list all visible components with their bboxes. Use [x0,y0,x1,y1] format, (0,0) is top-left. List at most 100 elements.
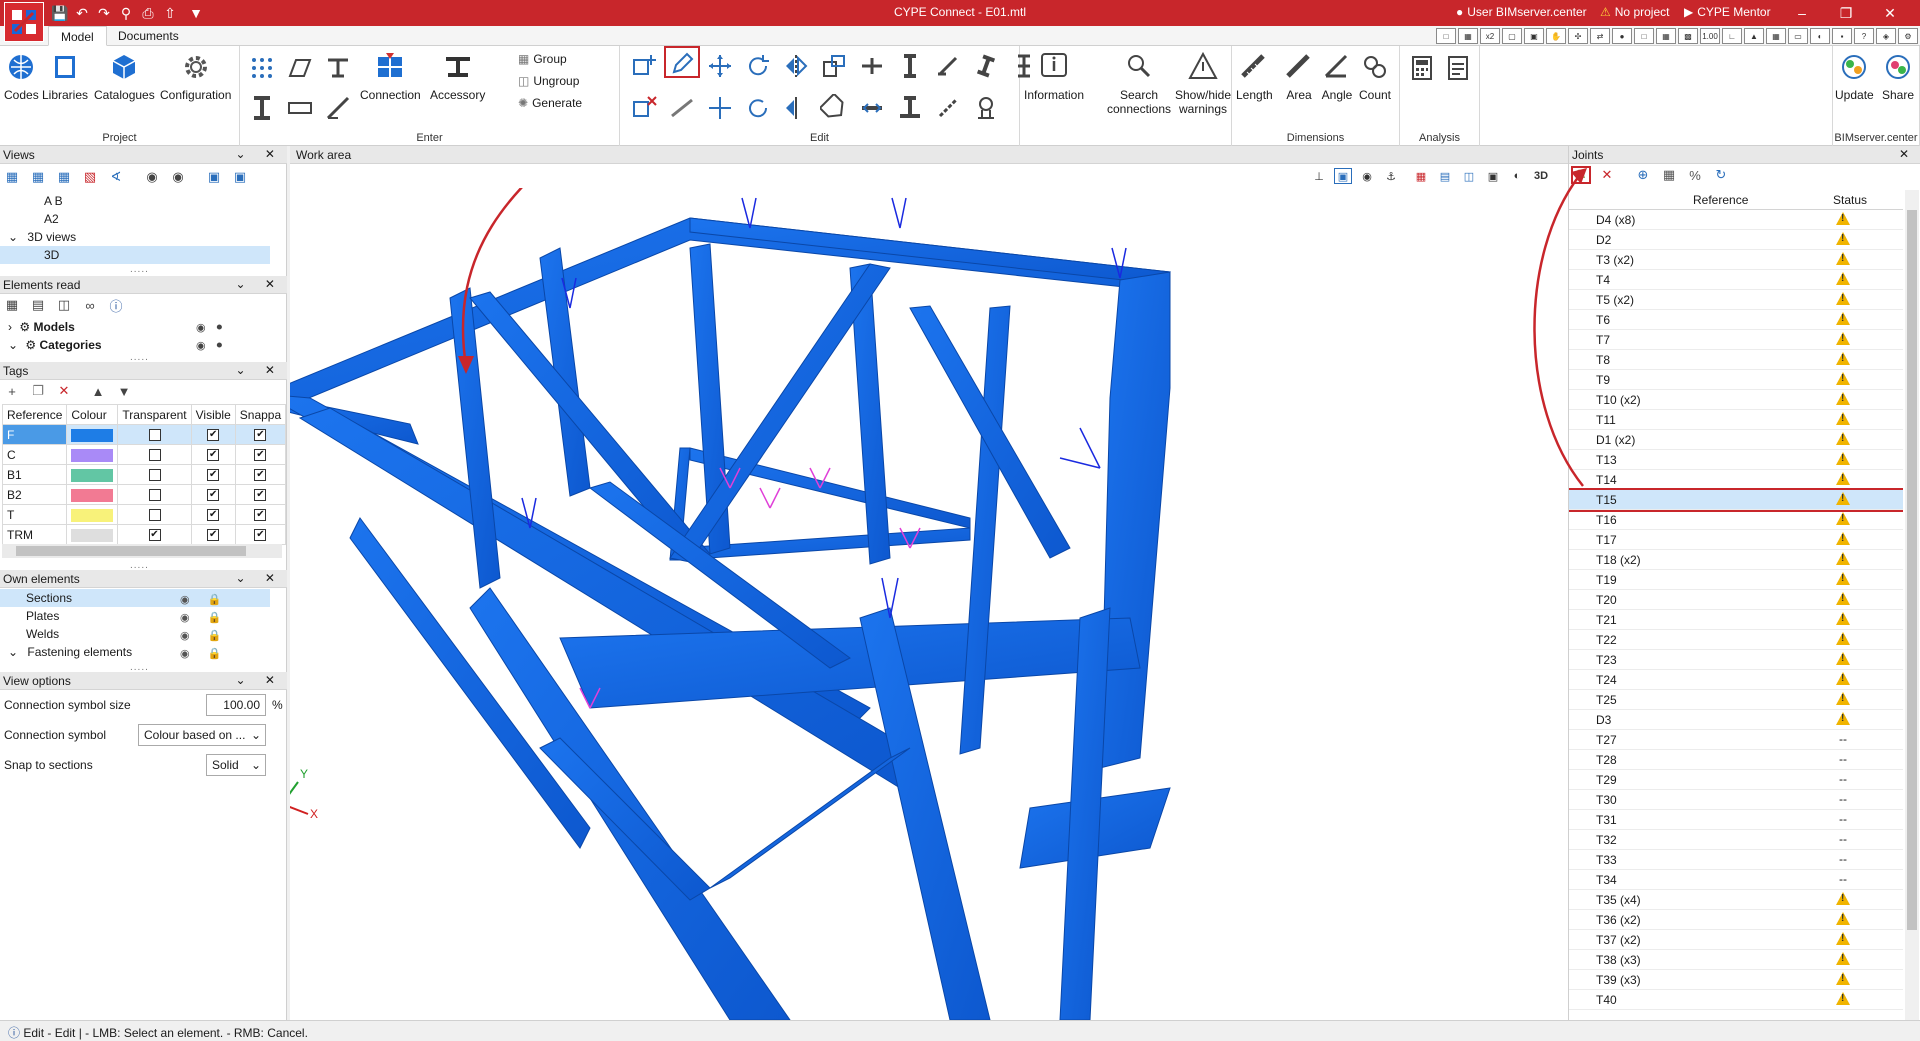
joint-row[interactable]: T19 [1569,570,1903,590]
joint-row[interactable]: T20 [1569,590,1903,610]
colour-swatch[interactable] [71,428,114,442]
copy-move-icon[interactable] [704,92,736,124]
add-view-icon[interactable]: ▦ [2,168,22,186]
visible-checkbox[interactable]: ✔ [207,469,220,482]
close-icon[interactable]: ✕ [1899,147,1917,161]
delete-tag-icon[interactable]: ✕ [54,382,74,400]
plate-tool-icon[interactable] [284,52,316,84]
panel-controls[interactable]: ⌄ ✕ [236,363,283,377]
beam-tool-icon[interactable] [284,92,316,124]
view-icon-6[interactable]: ✋ [1546,28,1566,44]
print-icon[interactable]: ⎙ [138,3,158,23]
joint-row[interactable]: T28 -- [1569,750,1903,770]
joint-row[interactable]: T11 [1569,410,1903,430]
angle-button[interactable]: Angle [1320,50,1354,102]
joint-row[interactable]: T4 [1569,270,1903,290]
own-elements-visibility-icons[interactable]: ◉ 🔒 ◉ 🔒 ◉ 🔒 ◉ 🔒 [180,591,222,663]
chevron-right-icon[interactable]: › [8,320,12,334]
transparent-checkbox[interactable]: ✔ [148,529,161,542]
view-icon-10[interactable]: □ [1634,28,1654,44]
tab-model[interactable]: Model [48,26,107,46]
joint-row[interactable]: T31 -- [1569,810,1903,830]
view-icon-19[interactable]: ▪ [1832,28,1852,44]
move-icon[interactable] [704,50,736,82]
joint-row[interactable]: T13 [1569,450,1903,470]
panel-controls[interactable]: ⌄ ✕ [236,147,283,161]
joint-row[interactable]: T30 -- [1569,790,1903,810]
symbol-size-input[interactable]: 100.00 [206,694,266,716]
view-icon-5[interactable]: ▣ [1524,28,1544,44]
pencil-icon[interactable] [666,48,698,80]
cube-view-icon[interactable]: ▣ [204,168,224,186]
count-button[interactable]: Count [1358,50,1392,102]
transparent-checkbox[interactable] [148,509,161,522]
mirror-icon[interactable] [780,50,812,82]
view-icon-16[interactable]: ▦ [1766,28,1786,44]
move-up-icon[interactable]: ▲ [88,382,108,400]
rotate-copy-icon[interactable] [742,92,774,124]
3d-viewport[interactable]: Z Y X [290,188,1568,1020]
chevron-down-icon[interactable]: ⌄ [8,230,18,244]
joint-row[interactable]: T24 [1569,670,1903,690]
snap-checkbox[interactable]: ✔ [254,529,267,542]
joint-row[interactable]: T15 [1569,488,1903,512]
snap-checkbox[interactable]: ✔ [254,469,267,482]
joint-row[interactable]: T32 -- [1569,830,1903,850]
scrollbar-thumb[interactable] [16,546,246,556]
view-icon-14[interactable]: ∟ [1722,28,1742,44]
group-button[interactable]: ▦ Group [518,52,567,66]
column-header[interactable]: Colour [66,404,119,425]
visible-checkbox[interactable]: ✔ [207,449,220,462]
joint-row[interactable]: T16 [1569,510,1903,530]
brace-edit-icon[interactable] [932,50,964,82]
locate-joint-icon[interactable]: ⊕ [1633,166,1653,184]
column-edit-icon[interactable] [894,50,926,82]
own-item-welds[interactable]: Welds [0,625,270,643]
view-icon-3[interactable]: x2 [1480,28,1500,44]
percent-icon[interactable]: % [1685,166,1705,184]
visible-checkbox[interactable]: ✔ [207,529,220,542]
joint-row[interactable]: T10 (x2) [1569,390,1903,410]
panel-controls[interactable]: ⌄ ✕ [236,571,283,585]
joint-row[interactable]: T22 [1569,630,1903,650]
joint-row[interactable]: T40 [1569,990,1903,1010]
view-icon-4[interactable]: ▢ [1502,28,1522,44]
tag-reference[interactable]: TRM [1,524,68,545]
view-icon-8[interactable]: ⇄ [1590,28,1610,44]
tag-icon[interactable] [818,92,850,124]
user-account[interactable]: ● User BIMserver.center [1456,5,1587,19]
view-item-a2[interactable]: A2 [0,210,270,228]
join-icon[interactable] [856,92,888,124]
rotate-icon[interactable] [742,50,774,82]
list-view-icon[interactable]: ▤ [28,296,48,314]
panel-controls[interactable]: ⌄ ✕ [236,277,283,291]
tag-row[interactable]: T ✔ ✔ [1,504,287,525]
tag-colour[interactable] [66,524,119,545]
libraries-button[interactable]: Libraries [42,50,88,102]
show-hide-warnings-button[interactable]: Show/hide warnings [1168,50,1238,116]
joint-row[interactable]: T5 (x2) [1569,290,1903,310]
settings-icon[interactable]: ⚙ [1898,28,1918,44]
transparent-checkbox[interactable] [148,429,161,442]
area-button[interactable]: Area [1282,50,1316,102]
joint-row[interactable]: T8 [1569,350,1903,370]
snap-checkbox[interactable]: ✔ [254,489,267,502]
app-logo[interactable] [4,2,44,42]
joint-row[interactable]: T29 -- [1569,770,1903,790]
add-element-icon[interactable] [628,50,660,82]
column-header[interactable]: Reference [1,404,68,425]
transparent-checkbox[interactable] [148,469,161,482]
tag-colour[interactable] [66,444,119,465]
column-header[interactable]: Snappa [234,404,287,425]
joint-row[interactable]: T34 -- [1569,870,1903,890]
view-icon-17[interactable]: ▭ [1788,28,1808,44]
layers-icon[interactable]: ◫ [1460,168,1478,184]
split-icon[interactable] [856,50,888,82]
clip-plane-icon[interactable]: ▤ [1436,168,1454,184]
tag-reference[interactable]: C [1,444,68,465]
perspective-icon[interactable]: ◉ [1358,168,1376,184]
view-icon-2[interactable]: ▦ [1458,28,1478,44]
joint-row[interactable]: T37 (x2) [1569,930,1903,950]
mentor-link[interactable]: ▶ CYPE Mentor [1684,5,1771,19]
snap-checkbox[interactable]: ✔ [254,509,267,522]
